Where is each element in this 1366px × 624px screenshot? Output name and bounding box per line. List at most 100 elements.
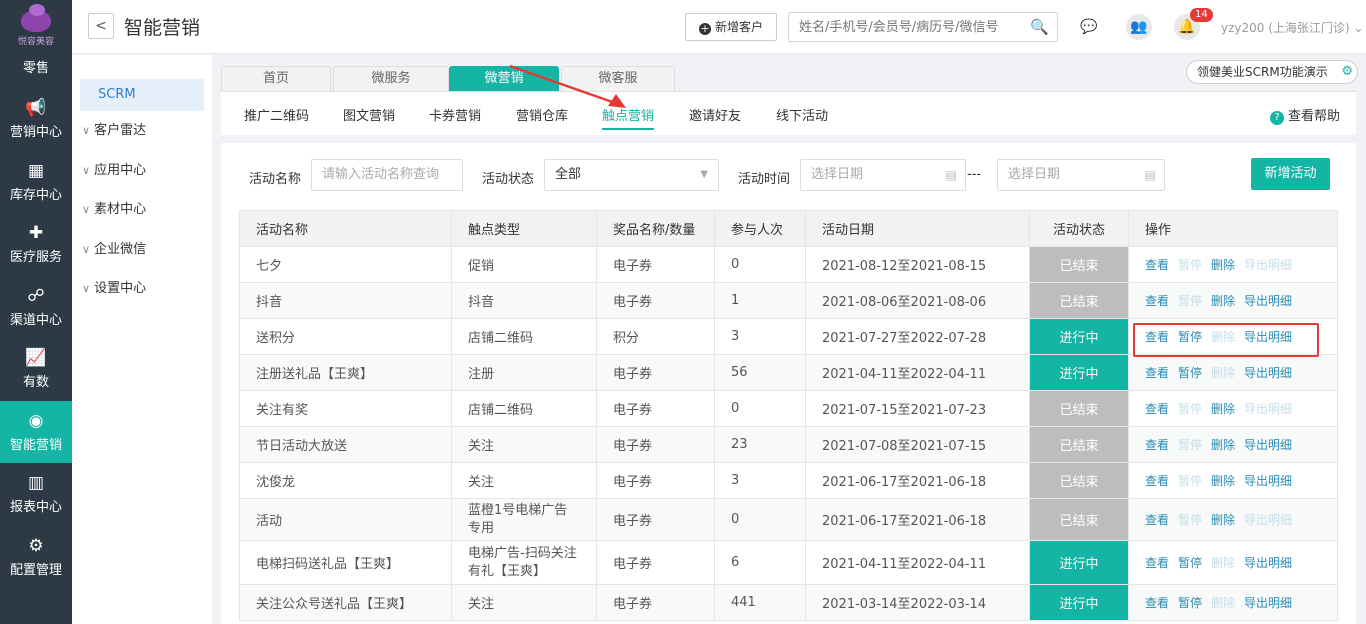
rail-item-channel[interactable]: ☍ 渠道中心 [0,276,72,339]
export-detail-button[interactable]: 导出明细 [1244,513,1292,527]
rail-item-retail[interactable]: 零售 [0,56,72,88]
delete-button[interactable]: 删除 [1211,556,1235,570]
cell-touch-type: 电梯广告-扫码关注有礼【王爽】 [451,540,597,585]
start-date-input[interactable]: 选择日期 ▤ [800,159,966,191]
export-detail-button[interactable]: 导出明细 [1244,258,1292,272]
new-activity-button[interactable]: 新增活动 [1251,158,1330,190]
chevron-down-icon: ∨ [82,242,91,256]
subtab-qr-promo[interactable]: 推广二维码 [244,105,309,124]
delete-button[interactable]: 删除 [1211,366,1235,380]
cell-participants: 1 [714,282,806,319]
export-detail-button[interactable]: 导出明细 [1244,294,1292,308]
filter-name-label: 活动名称 [249,172,302,187]
status-select[interactable]: 全部 ▼ [544,159,719,191]
sidebar-group-customer-radar[interactable]: ∨ 客户雷达 [72,111,212,151]
view-button[interactable]: 查看 [1145,438,1169,452]
add-customer-label: 新增客户 [714,20,763,34]
activity-table: 活动名称 触点类型 奖品名称/数量 参与人次 活动日期 活动状态 操作 七夕 促销… [239,210,1338,621]
pause-button[interactable]: 暂停 [1178,513,1202,527]
cell-touch-type: 关注 [451,462,597,499]
view-button[interactable]: 查看 [1145,402,1169,416]
delete-button[interactable]: 删除 [1211,258,1235,272]
cell-prize: 电子券 [596,354,715,391]
cell-touch-type: 注册 [451,354,597,391]
user-menu[interactable]: yzy200 (上海张江门诊) ⌄ [1221,19,1363,36]
help-link[interactable]: ? 查看帮助 [1269,105,1340,125]
cell-touch-type: 促销 [451,246,597,283]
pause-button[interactable]: 暂停 [1178,402,1202,416]
sidebar-group-settings-center[interactable]: ∨ 设置中心 [72,269,212,309]
rail-item-label: 医疗服务 [9,250,62,266]
delete-button[interactable]: 删除 [1211,513,1235,527]
sidebar-group-label: 素材中心 [94,202,147,217]
search-icon[interactable]: 🔍 [1030,18,1049,36]
add-customer-button[interactable]: + 新增客户 [685,13,777,41]
view-button[interactable]: 查看 [1145,366,1169,380]
table-row: 抖音 抖音 电子券 1 2021-08-06至2021-08-06 已结束 查看 暂停 删除 导出… [239,282,1338,319]
view-button[interactable]: 查看 [1145,513,1169,527]
export-detail-button[interactable]: 导出明细 [1244,366,1292,380]
export-detail-button[interactable]: 导出明细 [1244,596,1292,610]
rail-item-reports[interactable]: ▥ 报表中心 [0,463,72,526]
view-button[interactable]: 查看 [1145,596,1169,610]
pause-button[interactable]: 暂停 [1178,556,1202,570]
back-button[interactable]: < [88,13,114,39]
pause-button[interactable]: 暂停 [1178,366,1202,380]
pause-button[interactable]: 暂停 [1178,596,1202,610]
top-header: < 智能营销 +新增客户 🔍 💬 👥 🔔 14 yzy200 (上海张江门诊) … [72,0,1366,54]
delete-button[interactable]: 删除 [1211,294,1235,308]
subtab-invite-friends[interactable]: 邀请好友 [689,105,741,124]
cell-participants: 441 [714,584,806,621]
cell-participants: 3 [714,318,806,355]
chevron-down-icon: ⌄ [1353,21,1364,35]
subtab-offline-activity[interactable]: 线下活动 [776,105,828,124]
filter-status-label: 活动状态 [482,172,535,187]
subtab-coupon-marketing[interactable]: 卡券营销 [429,105,481,124]
pause-button[interactable]: 暂停 [1178,438,1202,452]
delete-button[interactable]: 删除 [1211,402,1235,416]
chevron-down-icon: ∨ [82,163,91,177]
plus-icon: + [698,22,711,35]
rail-item-smart-marketing[interactable]: ◉ 智能营销 [0,400,72,463]
filter-time-label: 活动时间 [738,172,791,187]
tab-micro-service[interactable]: 微服务 [333,66,449,92]
view-button[interactable]: 查看 [1145,474,1169,488]
export-detail-button[interactable]: 导出明细 [1244,402,1292,416]
export-detail-button[interactable]: 导出明细 [1244,556,1292,570]
export-detail-button[interactable]: 导出明细 [1244,438,1292,452]
demo-badge[interactable]: 领健美业SCRM功能演示 ⚙ [1186,60,1358,84]
activity-name-input[interactable]: 请输入活动名称查询 [311,159,463,191]
sidebar-group-app-center[interactable]: ∨ 应用中心 [72,151,212,191]
cell-activity-name: 电梯扫码送礼品【王爽】 [239,540,452,585]
wechat-icon[interactable]: 💬 [1076,14,1102,40]
subtab-article-marketing[interactable]: 图文营销 [343,105,395,124]
sidebar-group-material-center[interactable]: ∨ 素材中心 [72,190,212,230]
pause-button[interactable]: 暂停 [1178,258,1202,272]
cell-date: 2021-04-11至2022-04-11 [805,540,1030,585]
rail-item-marketing[interactable]: 📢 营销中心 [0,88,72,151]
rail-item-settings[interactable]: ⚙ 配置管理 [0,526,72,589]
tab-home[interactable]: 首页 [221,66,331,92]
rail-item-data[interactable]: 📈 有数 [0,338,72,401]
table-row: 电梯扫码送礼品【王爽】 电梯广告-扫码关注有礼【王爽】 电子券 6 2021-04-11… [239,540,1338,585]
pause-button[interactable]: 暂停 [1178,474,1202,488]
delete-button[interactable]: 删除 [1211,596,1235,610]
cell-participants: 23 [714,426,806,463]
rail-item-medical[interactable]: ✚ 医疗服务 [0,213,72,276]
export-detail-button[interactable]: 导出明细 [1244,474,1292,488]
sidebar-group-enterprise-wechat[interactable]: ∨ 企业微信 [72,230,212,270]
pause-button[interactable]: 暂停 [1178,294,1202,308]
end-date-input[interactable]: 选择日期 ▤ [997,159,1165,191]
view-button[interactable]: 查看 [1145,556,1169,570]
delete-button[interactable]: 删除 [1211,438,1235,452]
search-input[interactable] [789,13,1019,41]
sidebar-item-scrm[interactable]: SCRM [80,79,204,111]
rail-item-label: 报表中心 [9,500,62,516]
delete-button[interactable]: 删除 [1211,474,1235,488]
status-badge: 进行中 [1029,354,1129,391]
rail-item-inventory[interactable]: ▦ 库存中心 [0,151,72,214]
users-icon[interactable]: 👥 [1126,14,1152,40]
view-button[interactable]: 查看 [1145,258,1169,272]
cell-touch-type: 蓝橙1号电梯广告专用 [451,498,597,541]
view-button[interactable]: 查看 [1145,294,1169,308]
